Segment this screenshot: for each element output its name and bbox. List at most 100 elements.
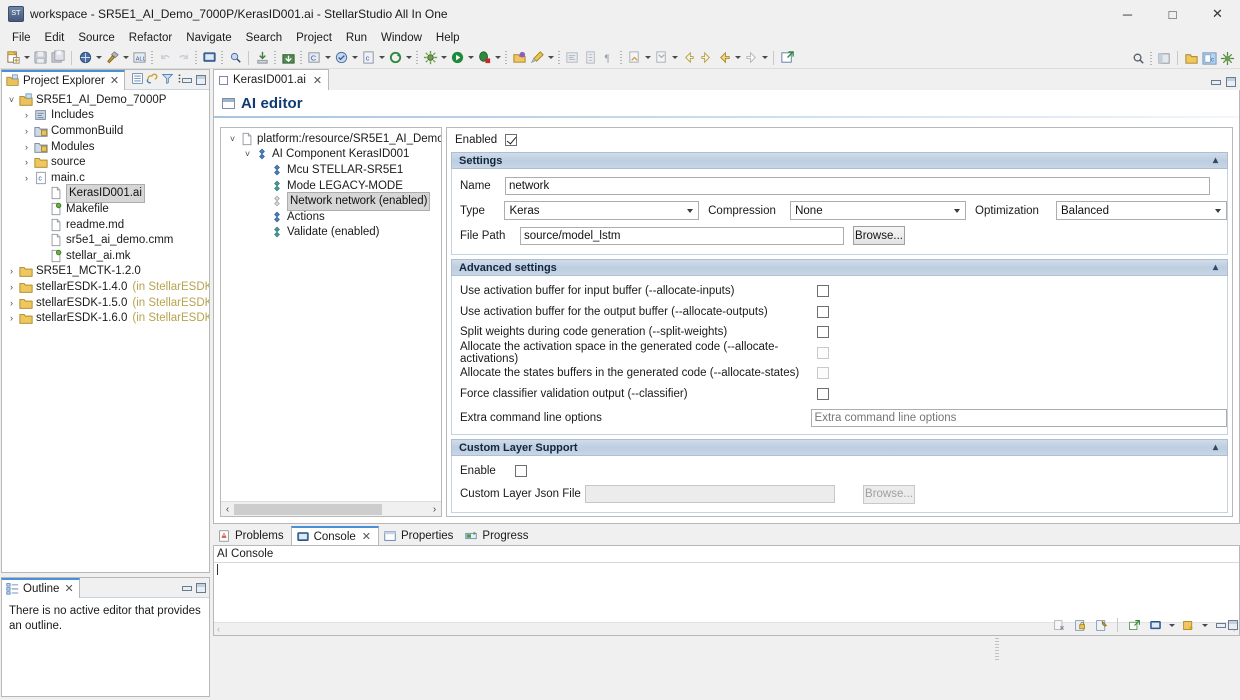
- display-console-icon[interactable]: [1146, 616, 1164, 634]
- new-wizard-icon[interactable]: [4, 49, 22, 67]
- tree-item[interactable]: ›stellarESDK-1.4.0(in StellarESDK-1.4.0): [2, 279, 209, 295]
- menu-help[interactable]: Help: [429, 31, 467, 45]
- next-annotation-dropdown-icon[interactable]: [643, 49, 652, 67]
- filter-icon[interactable]: [161, 72, 174, 88]
- tab-project-explorer[interactable]: Project Explorer ✕: [1, 70, 125, 90]
- advanced-section-header[interactable]: Advanced settings ▴: [451, 259, 1228, 276]
- previous-annotation-dropdown-icon[interactable]: [670, 49, 679, 67]
- twisty-icon[interactable]: ›: [20, 126, 33, 136]
- open-console-icon[interactable]: [1125, 616, 1143, 634]
- advanced-option-checkbox[interactable]: [817, 306, 829, 318]
- debug-icon[interactable]: [76, 49, 94, 67]
- tree-item[interactable]: Makefile: [2, 201, 209, 217]
- build-hammer-icon[interactable]: [103, 49, 121, 67]
- twisty-icon[interactable]: ›: [20, 157, 33, 167]
- twisty-icon[interactable]: ›: [5, 282, 18, 292]
- open-perspective-icon[interactable]: [510, 49, 528, 67]
- tree-item[interactable]: ˅AI Component KerasID001: [221, 147, 441, 163]
- maximize-icon[interactable]: [1228, 620, 1238, 630]
- scroll-left-icon[interactable]: ‹: [221, 504, 234, 515]
- menu-search[interactable]: Search: [239, 31, 289, 45]
- tab-kerasid001[interactable]: KerasID001.ai ✕: [213, 69, 329, 90]
- clear-console-icon[interactable]: [1050, 616, 1068, 634]
- tree-item[interactable]: KerasID001.ai: [2, 186, 209, 202]
- twisty-icon[interactable]: ˅: [241, 149, 254, 159]
- scroll-right-icon[interactable]: ›: [428, 504, 441, 515]
- back-arrow-icon[interactable]: [679, 49, 697, 67]
- menu-navigate[interactable]: Navigate: [179, 31, 238, 45]
- tree-item[interactable]: readme.md: [2, 217, 209, 233]
- open-type-dropdown-icon[interactable]: [323, 49, 332, 67]
- undo-icon[interactable]: [156, 49, 174, 67]
- new-console-dropdown-icon[interactable]: [1200, 616, 1209, 634]
- block-selection-icon[interactable]: [581, 49, 599, 67]
- open-external-editor-icon[interactable]: [778, 49, 796, 67]
- forward-arrow-icon[interactable]: [697, 49, 715, 67]
- tab-properties[interactable]: Properties: [379, 526, 460, 545]
- tree-item[interactable]: Validate (enabled): [221, 225, 441, 241]
- external-tools-icon[interactable]: [421, 49, 439, 67]
- scroll-left-icon[interactable]: ‹: [217, 624, 220, 634]
- resize-grip[interactable]: [995, 638, 999, 660]
- close-icon[interactable]: ✕: [313, 74, 322, 87]
- import-icon[interactable]: [279, 49, 297, 67]
- model-tree[interactable]: ˅platform:/resource/SR5E1_AI_Demo_7000P˅…: [221, 128, 441, 484]
- maximize-icon[interactable]: [196, 75, 206, 85]
- custom-layer-enable-checkbox[interactable]: [515, 465, 527, 477]
- save-all-icon[interactable]: [49, 49, 67, 67]
- twisty-icon[interactable]: ›: [5, 266, 18, 276]
- debug-run-icon[interactable]: [475, 49, 493, 67]
- close-icon[interactable]: ✕: [362, 530, 371, 543]
- run-icon[interactable]: [448, 49, 466, 67]
- build-dropdown-icon[interactable]: [121, 49, 130, 67]
- custom-layer-section-header[interactable]: Custom Layer Support ▴: [451, 439, 1228, 456]
- perspective-debug-icon[interactable]: [1218, 49, 1236, 67]
- redo-icon[interactable]: [174, 49, 192, 67]
- tab-problems[interactable]: Problems: [213, 526, 291, 545]
- navigate-forward-dropdown-icon[interactable]: [760, 49, 769, 67]
- twisty-icon[interactable]: ›: [20, 110, 33, 120]
- filepath-input[interactable]: [520, 227, 844, 245]
- tree-item[interactable]: ˅SR5E1_AI_Demo_7000P: [2, 92, 209, 108]
- twisty-icon[interactable]: ˅: [226, 134, 239, 144]
- open-type-icon[interactable]: C: [305, 49, 323, 67]
- twisty-icon[interactable]: ›: [5, 298, 18, 308]
- build-all-icon[interactable]: ALL: [130, 49, 148, 67]
- twisty-icon[interactable]: ›: [20, 173, 33, 183]
- link-with-editor-icon[interactable]: [146, 72, 159, 88]
- type-select[interactable]: Keras: [504, 201, 699, 220]
- twisty-icon[interactable]: ›: [5, 313, 18, 323]
- collapse-chevron-icon[interactable]: ▴: [1213, 442, 1218, 453]
- navigate-back-icon[interactable]: [715, 49, 733, 67]
- highlighter-icon[interactable]: [528, 49, 546, 67]
- display-console-dropdown-icon[interactable]: [1167, 616, 1176, 634]
- next-annotation-icon[interactable]: [625, 49, 643, 67]
- navigate-forward-icon[interactable]: [742, 49, 760, 67]
- menu-window[interactable]: Window: [374, 31, 429, 45]
- twisty-icon[interactable]: ›: [20, 142, 33, 152]
- menu-run[interactable]: Run: [339, 31, 374, 45]
- new-console-icon[interactable]: [1179, 616, 1197, 634]
- tree-item[interactable]: sr5e1_ai_demo.cmm: [2, 232, 209, 248]
- menu-file[interactable]: File: [5, 31, 38, 45]
- name-input[interactable]: [505, 177, 1210, 195]
- tree-item[interactable]: ›CommonBuild: [2, 123, 209, 139]
- refresh-icon[interactable]: [386, 49, 404, 67]
- minimize-icon[interactable]: [181, 583, 191, 593]
- collapse-all-icon[interactable]: [131, 72, 144, 88]
- extra-options-input[interactable]: [811, 409, 1227, 427]
- tab-console[interactable]: Console✕: [291, 526, 379, 545]
- enabled-checkbox[interactable]: [505, 134, 517, 146]
- tree-item[interactable]: Network network (enabled): [221, 193, 441, 209]
- open-task-dropdown-icon[interactable]: [350, 49, 359, 67]
- show-whitespace-icon[interactable]: ¶: [599, 49, 617, 67]
- debug-dropdown-icon[interactable]: [94, 49, 103, 67]
- minimize-button[interactable]: ─: [1105, 0, 1150, 28]
- collapse-chevron-icon[interactable]: ▴: [1213, 262, 1218, 273]
- open-resource-icon[interactable]: c: [359, 49, 377, 67]
- debug-run-dropdown-icon[interactable]: [493, 49, 502, 67]
- open-task-icon[interactable]: [332, 49, 350, 67]
- export-icon[interactable]: [253, 49, 271, 67]
- tree-item[interactable]: stellar_ai.mk: [2, 248, 209, 264]
- close-icon[interactable]: ✕: [64, 582, 73, 595]
